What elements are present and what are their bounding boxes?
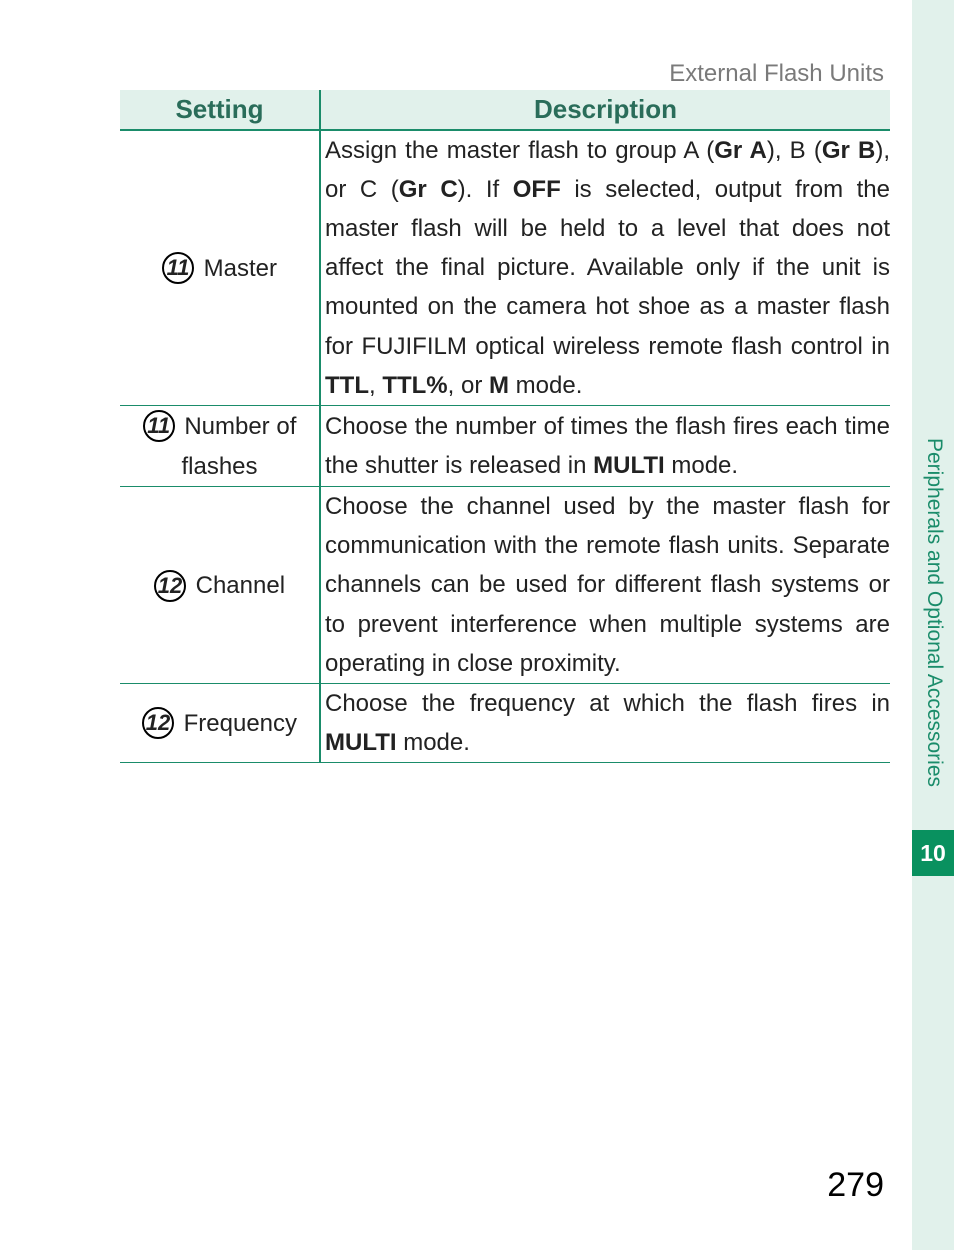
description-cell: Choose the number of times the flash fir… [320, 405, 890, 486]
table-row: 11 Number offlashesChoose the number of … [120, 405, 890, 486]
setting-label: Master [204, 255, 277, 282]
table-row: 11 MasterAssign the master flash to grou… [120, 130, 890, 405]
table-row: 12 FrequencyChoose the frequency at whic… [120, 683, 890, 762]
description-cell: Assign the master flash to group A (Gr A… [320, 130, 890, 405]
number-badge-icon: 11 [162, 252, 194, 284]
side-tab: Peripherals and Optional Accessories 10 [912, 430, 954, 870]
setting-label: Number offlashes [181, 413, 296, 480]
setting-cell: 11 Number offlashes [120, 405, 320, 486]
side-chapter-number: 10 [912, 830, 954, 876]
section-title: External Flash Units [669, 60, 884, 88]
setting-cell: 12 Frequency [120, 683, 320, 762]
page-number: 279 [827, 1166, 884, 1205]
setting-label: Channel [196, 572, 285, 599]
number-badge-icon: 12 [142, 707, 174, 739]
side-chapter-label: Peripherals and Optional Accessories [912, 430, 946, 830]
header-setting: Setting [120, 90, 320, 130]
description-cell: Choose the frequency at which the flash … [320, 683, 890, 762]
setting-label: Frequency [184, 710, 297, 737]
settings-table: Setting Description 11 MasterAssign the … [120, 90, 890, 763]
number-badge-icon: 12 [154, 570, 186, 602]
description-cell: Choose the channel used by the master fl… [320, 487, 890, 684]
number-badge-icon: 11 [143, 410, 175, 442]
setting-cell: 12 Channel [120, 487, 320, 684]
header-description: Description [320, 90, 890, 130]
table-row: 12 ChannelChoose the channel used by the… [120, 487, 890, 684]
setting-cell: 11 Master [120, 130, 320, 405]
